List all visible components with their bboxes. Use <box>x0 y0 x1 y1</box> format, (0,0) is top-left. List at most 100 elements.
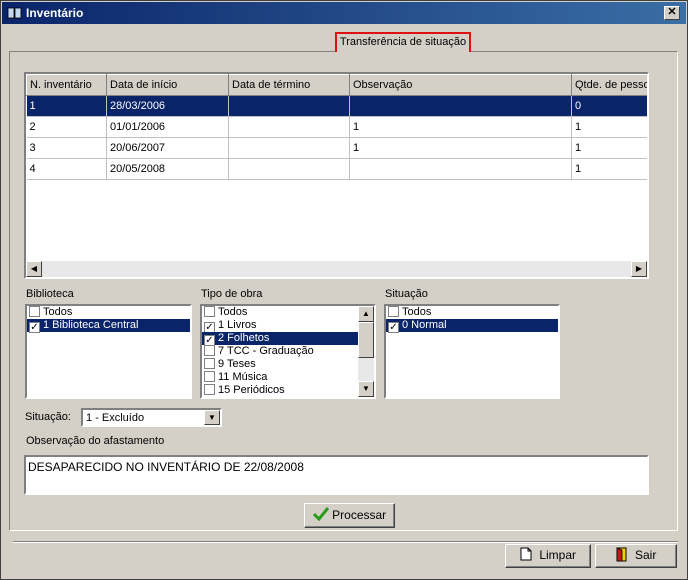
list-item-label: 1 Biblioteca Central <box>43 319 139 331</box>
list-item-label: 11 Música <box>218 371 268 383</box>
list-item[interactable]: ✓ 1 Biblioteca Central <box>27 319 190 333</box>
situacao-field-label: Situação: <box>25 411 71 423</box>
list-item[interactable]: Todos <box>202 306 358 319</box>
list-item[interactable]: 9 Teses <box>202 358 358 371</box>
checkmark-icon <box>312 507 329 522</box>
limpar-button[interactable]: Limpar <box>505 544 591 568</box>
list-item-label: 0 Normal <box>402 319 447 331</box>
list-item[interactable]: 11 Música <box>202 371 358 384</box>
exit-door-icon <box>616 547 627 562</box>
scroll-down-icon[interactable]: ▼ <box>358 381 374 397</box>
biblioteca-label: Biblioteca <box>26 288 74 300</box>
tab-transferencia-situacao[interactable]: Transferência de situação <box>335 32 471 52</box>
table-cell: 4 <box>26 158 107 180</box>
situacao-checklist[interactable]: Todos ✓ 0 Normal <box>384 304 560 399</box>
table-row[interactable]: 2 01/01/2006 1 1 <box>26 116 647 138</box>
scroll-right-icon[interactable]: ▶ <box>631 261 647 277</box>
table-cell: 1 <box>26 95 107 117</box>
list-item-label: 1 Livros <box>218 319 257 331</box>
tipo-obra-label: Tipo de obra <box>201 288 263 300</box>
chevron-down-icon[interactable]: ▼ <box>204 410 220 425</box>
sair-button[interactable]: Sair <box>595 544 677 568</box>
table-cell: 28/03/2006 <box>106 95 229 117</box>
table-cell: 1 <box>571 158 647 180</box>
scroll-left-icon[interactable]: ◀ <box>26 261 42 277</box>
checkbox-icon[interactable] <box>204 371 215 382</box>
inventory-grid[interactable]: N. inventário Data de início Data de térmi… <box>24 72 649 279</box>
checkbox-checked-icon[interactable]: ✓ <box>388 322 399 333</box>
grid-column-header[interactable]: N. inventário <box>26 74 107 96</box>
list-item[interactable]: Todos <box>27 306 190 319</box>
checkbox-checked-icon[interactable]: ✓ <box>29 322 40 333</box>
list-item-label: 2 Folhetos <box>218 332 270 344</box>
table-cell: 20/06/2007 <box>106 137 229 159</box>
grid-column-header[interactable]: Data de término <box>228 74 350 96</box>
checkbox-icon[interactable] <box>204 345 215 356</box>
list-item[interactable]: Todos <box>386 306 558 319</box>
table-cell: 1 <box>349 137 572 159</box>
observacao-textarea[interactable]: DESAPARECIDO NO INVENTÁRIO DE 22/08/2008 <box>24 455 649 495</box>
list-item-label: Todos <box>218 306 248 318</box>
inventory-table: N. inventário Data de início Data de térmi… <box>26 74 648 264</box>
list-item-label: Todos <box>402 306 432 318</box>
grid-column-header[interactable]: Data de início <box>106 74 229 96</box>
list-item-label: Todos <box>43 306 73 318</box>
checkbox-icon[interactable] <box>388 306 399 317</box>
inventario-window: Inventário ✕ Transferência de situação N… <box>0 0 688 580</box>
situacao-select[interactable]: 1 - Excluído ▼ <box>81 408 222 427</box>
list-item-label: 7 TCC - Graduação <box>218 345 314 357</box>
limpar-label: Limpar <box>539 548 577 562</box>
empty-row <box>27 201 648 222</box>
checkbox-icon[interactable] <box>204 306 215 317</box>
table-cell: 1 <box>349 116 572 138</box>
sair-label: Sair <box>635 548 657 562</box>
scroll-thumb[interactable] <box>358 322 374 358</box>
list-item[interactable]: ✓ 1 Livros <box>202 319 358 333</box>
title-bar[interactable]: Inventário ✕ <box>2 2 686 24</box>
table-cell: 1 <box>571 137 647 159</box>
table-cell <box>228 137 350 159</box>
table-row[interactable]: 3 20/06/2007 1 1 <box>26 137 647 159</box>
empty-row <box>27 180 648 201</box>
list-item[interactable]: ✓ 0 Normal <box>386 319 558 333</box>
situacao-list-label: Situação <box>385 288 428 300</box>
observacao-label: Observação do afastamento <box>26 435 165 447</box>
list-item[interactable]: 15 Periódicos <box>202 384 358 397</box>
checkbox-icon[interactable] <box>29 306 40 317</box>
footer-divider <box>13 541 678 543</box>
scroll-up-icon[interactable]: ▲ <box>358 306 374 322</box>
grid-horizontal-scrollbar[interactable]: ◀ ▶ <box>26 261 647 277</box>
table-row[interactable]: 4 20/05/2008 1 <box>26 158 647 180</box>
app-book-icon <box>7 7 22 19</box>
grid-column-header[interactable]: Qtde. de pessoa <box>571 74 647 96</box>
tipo-obra-scrollbar[interactable]: ▲ ▼ <box>358 306 374 397</box>
close-icon: ✕ <box>667 6 677 18</box>
grid-column-header[interactable]: Observação <box>349 74 572 96</box>
checkbox-icon[interactable] <box>204 358 215 369</box>
table-row[interactable]: 1 28/03/2006 0 <box>26 95 647 117</box>
blank-page-icon <box>520 547 532 561</box>
list-item[interactable]: 7 TCC - Graduação <box>202 345 358 358</box>
window-title: Inventário <box>26 6 84 20</box>
table-cell <box>228 95 350 117</box>
empty-row <box>27 222 648 243</box>
list-item-label: 15 Periódicos <box>218 384 285 396</box>
table-cell: 1 <box>571 116 647 138</box>
checkbox-icon[interactable] <box>204 384 215 395</box>
processar-label: Processar <box>332 508 387 522</box>
table-cell: 3 <box>26 137 107 159</box>
processar-button[interactable]: Processar <box>304 503 395 528</box>
close-button[interactable]: ✕ <box>664 6 680 20</box>
biblioteca-checklist[interactable]: Todos ✓ 1 Biblioteca Central <box>25 304 192 399</box>
table-cell <box>228 158 350 180</box>
list-item[interactable]: ✓ 2 Folhetos <box>202 332 358 346</box>
table-cell: 20/05/2008 <box>106 158 229 180</box>
table-cell: 01/01/2006 <box>106 116 229 138</box>
table-cell <box>349 95 572 117</box>
table-cell <box>228 116 350 138</box>
table-cell <box>349 158 572 180</box>
situacao-select-value: 1 - Excluído <box>86 412 145 424</box>
list-item-label: 9 Teses <box>218 358 256 370</box>
tipo-obra-checklist[interactable]: Todos ✓ 1 Livros ✓ 2 Folhetos 7 TCC - Graduaç… <box>200 304 376 399</box>
table-cell: 0 <box>571 95 647 117</box>
